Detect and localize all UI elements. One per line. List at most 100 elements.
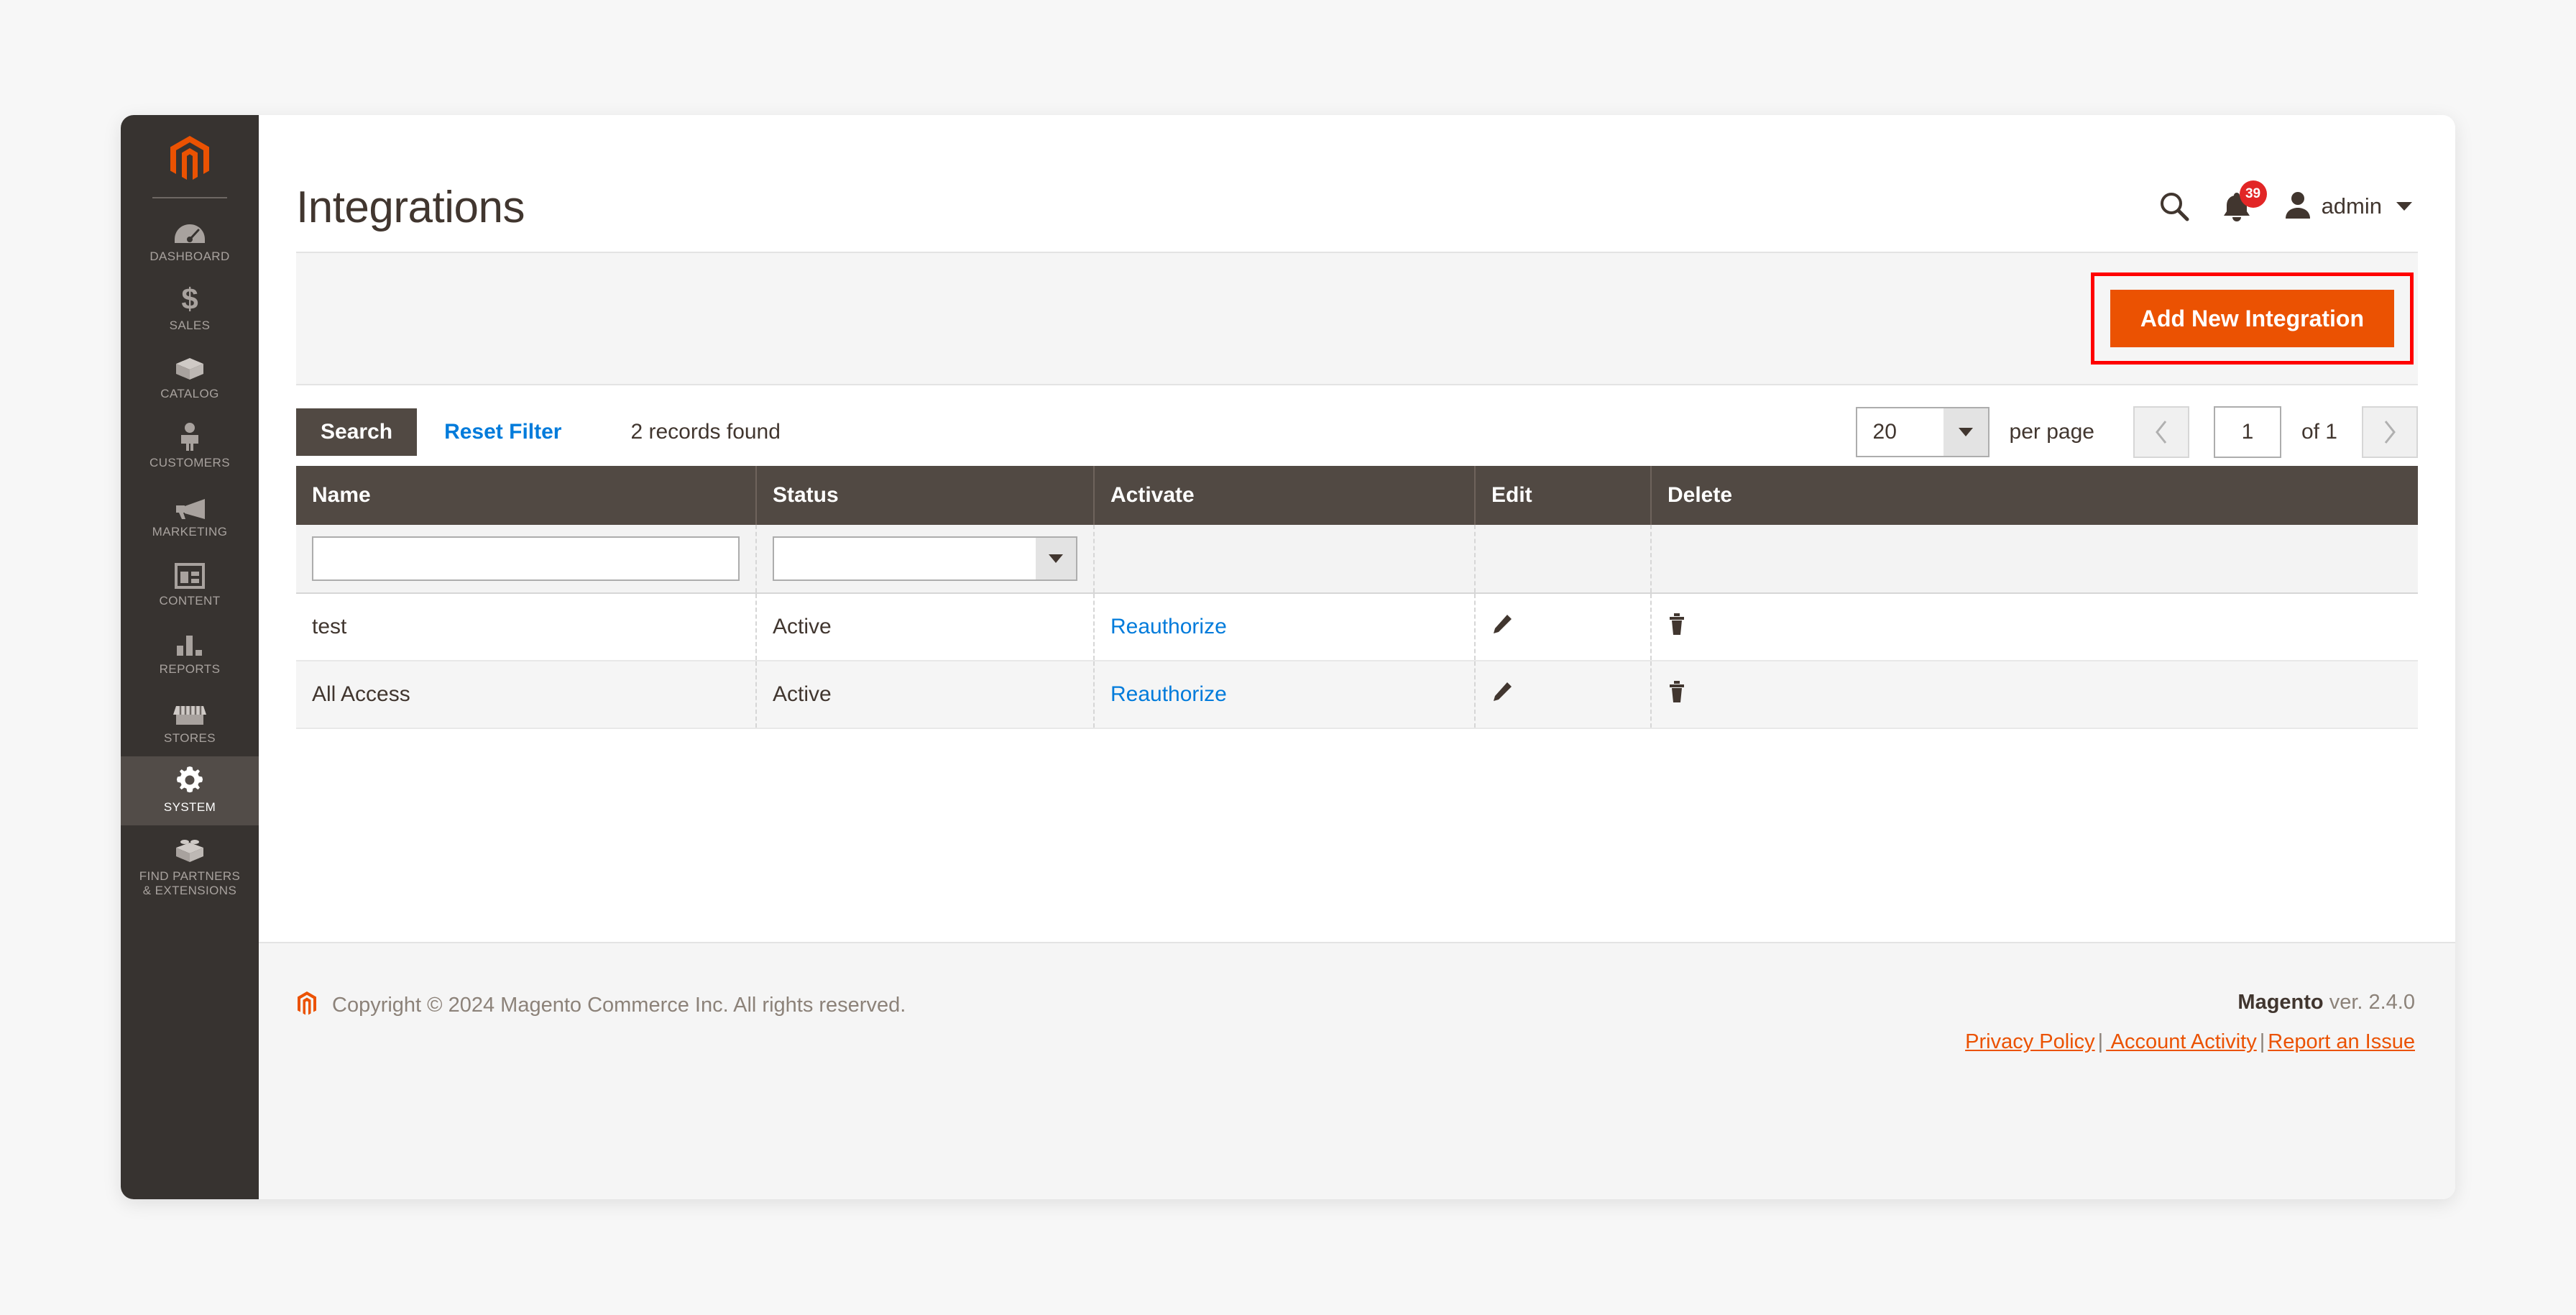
privacy-policy-link[interactable]: Privacy Policy [1965,1030,2095,1053]
table-row[interactable]: test Active Reauthorize [296,593,2418,661]
sidebar-item-find-partners[interactable]: Find Partners & Extensions [121,825,259,909]
cell-edit [1474,661,1651,729]
column-header-name[interactable]: Name [296,466,756,525]
copyright-text: Copyright © 2024 Magento Commerce Inc. A… [332,994,906,1017]
dashboard-gauge-icon [173,216,206,244]
chevron-down-icon [1943,408,1988,456]
table-row[interactable]: All Access Active Reauthorize [296,661,2418,729]
main-content: Integrations 39 admin Add New Integratio… [259,115,2455,1199]
user-menu[interactable]: admin [2284,190,2412,222]
sidebar-item-catalog[interactable]: Catalog [121,343,259,412]
filter-cell-edit [1474,525,1651,594]
report-an-issue-link[interactable]: Report an Issue [2268,1030,2415,1053]
account-activity-link[interactable]: Account Activity [2106,1030,2257,1053]
grid-toolbar-left: Search Reset Filter 2 records found [296,408,781,456]
sidebar-item-system[interactable]: System [121,756,259,825]
sidebar-item-label: Sales [169,318,211,332]
trash-icon[interactable] [1668,680,1686,703]
trash-icon[interactable] [1668,613,1686,636]
sidebar-item-reports[interactable]: Reports [121,618,259,687]
page-title: Integrations [296,183,525,232]
dollar-sign-icon: $ [173,283,206,313]
pencil-icon[interactable] [1491,613,1513,635]
pagination-previous-button[interactable] [2133,406,2189,458]
pencil-icon[interactable] [1491,681,1513,702]
filter-cell-activate [1093,525,1475,594]
footer-link-separator: | [2097,1030,2104,1053]
column-header-delete: Delete [1650,466,2418,525]
search-icon[interactable] [2159,191,2189,221]
sidebar-item-sales[interactable]: $ Sales [121,275,259,344]
cell-delete [1650,593,2418,661]
add-new-integration-button[interactable]: Add New Integration [2110,290,2394,347]
reset-filter-link[interactable]: Reset Filter [444,420,561,444]
version-text: ver. 2.4.0 [2323,991,2415,1014]
footer-left: Copyright © 2024 Magento Commerce Inc. A… [296,991,906,1020]
grid-filter-row [296,525,2418,594]
grid-header-row: Name Status Activate Edit Delete [296,466,2418,525]
per-page-label: per page [2009,420,2094,444]
cell-edit [1474,593,1651,661]
page-actions-bar: Add New Integration [296,252,2418,385]
sidebar-item-dashboard[interactable]: Dashboard [121,206,259,275]
sidebar-item-label: Catalog [160,387,219,401]
user-avatar-icon [2284,190,2312,222]
filter-cell-status [755,525,1094,594]
gear-icon [173,766,206,795]
sidebar-item-label: Reports [159,662,221,677]
reauthorize-link[interactable]: Reauthorize [1110,682,1227,706]
sidebar-item-label: System [163,799,216,814]
pagination-page-input[interactable] [2213,406,2281,458]
person-icon [173,422,206,452]
cell-status: Active [755,661,1094,729]
sidebar-item-label: Stores [164,731,216,746]
cell-activate: Reauthorize [1093,661,1475,729]
sidebar-item-label: Content [159,593,221,608]
records-found-label: 2 records found [630,420,781,444]
search-button[interactable]: Search [296,408,418,456]
sidebar-divider [152,197,227,198]
footer-right: Magento ver. 2.4.0 Privacy Policy | Accou… [1965,991,2418,1054]
filter-status-select[interactable] [773,536,1077,581]
reauthorize-link[interactable]: Reauthorize [1110,615,1227,638]
filter-cell-delete [1650,525,2418,594]
version-brand: Magento [2237,991,2324,1014]
sidebar-item-stores[interactable]: Stores [121,687,259,756]
chevron-down-icon [2396,201,2412,211]
grid-toolbar: Search Reset Filter 2 records found 20 p… [296,385,2418,466]
megaphone-icon [173,491,206,520]
footer-links: Privacy Policy | Account Activity | Report … [1965,1030,2415,1054]
bar-chart-icon [173,628,206,657]
footer-link-separator: | [2259,1030,2266,1053]
pagination-next-button[interactable] [2362,406,2418,458]
bell-icon[interactable]: 39 [2222,180,2267,222]
filter-name-input[interactable] [312,536,740,581]
lego-brick-icon [173,835,206,864]
column-header-status[interactable]: Status [755,466,1094,525]
version-label: Magento ver. 2.4.0 [1965,991,2415,1014]
cell-name: test [296,593,756,661]
cell-name: All Access [296,661,756,729]
add-new-integration-highlight: Add New Integration [2090,272,2414,365]
page-footer: Copyright © 2024 Magento Commerce Inc. A… [259,942,2455,1199]
sidebar-item-customers[interactable]: Customers [121,412,259,481]
sidebar-item-content[interactable]: Content [121,550,259,619]
layout-window-icon [173,560,206,589]
notification-count-badge: 39 [2239,180,2267,208]
sidebar-item-label: Customers [150,456,230,470]
cell-status: Active [755,593,1094,661]
sidebar-item-label: Dashboard [150,249,230,263]
sidebar-item-label: Find Partners & Extensions [139,869,241,898]
sidebar-item-label: Marketing [152,524,228,539]
per-page-value: 20 [1872,420,1897,444]
storefront-icon [173,697,206,726]
per-page-select[interactable]: 20 [1855,407,1990,457]
grid-pagination: 20 per page of 1 [1855,406,2418,458]
page-header: Integrations 39 admin [259,115,2455,252]
box-icon [173,353,206,382]
magento-logo-icon[interactable] [121,115,259,193]
column-header-activate: Activate [1093,466,1475,525]
sidebar-item-marketing[interactable]: Marketing [121,481,259,550]
chevron-down-icon [1036,538,1076,579]
pagination-total-label: of 1 [2301,420,2337,444]
